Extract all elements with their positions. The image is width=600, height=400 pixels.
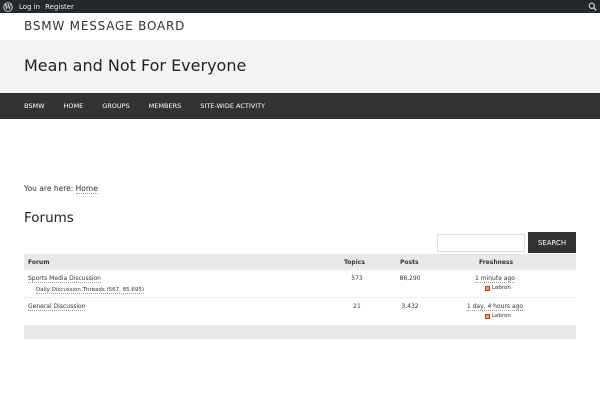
forum-link[interactable]: General Discussion [28, 303, 86, 311]
search-button[interactable]: SEARCH [528, 232, 576, 253]
search-icon[interactable] [588, 2, 597, 11]
header-freshness: Freshness [479, 259, 514, 266]
avatar-icon[interactable] [485, 313, 490, 319]
nav-item-bsmw[interactable]: BSMW [24, 102, 45, 110]
tagline-band: Mean and Not For Everyone [0, 40, 600, 93]
site-title[interactable]: BSMW MESSAGE BOARD [24, 19, 185, 33]
search-input[interactable] [437, 234, 525, 252]
breadcrumb-prefix: You are here: [24, 184, 74, 193]
nav-item-home[interactable]: HOME [64, 102, 84, 110]
freshness: 1 minute ago [465, 275, 525, 283]
header-forum: Forum [28, 259, 50, 266]
posts-count: 86,290 [399, 275, 421, 282]
subforum-link[interactable]: Daily Discussion Threads (567, 85,695) [36, 287, 145, 294]
register-link[interactable]: Register [45, 3, 74, 11]
topics-count: 573 [351, 275, 363, 282]
freshness-link[interactable]: 1 day, 4 hours ago [466, 303, 524, 311]
svg-text:W: W [4, 4, 12, 11]
breadcrumb: You are here: Home [24, 184, 98, 194]
author-link[interactable]: Lebron [492, 313, 511, 319]
wordpress-logo-icon[interactable]: W [2, 1, 14, 13]
login-link[interactable]: Log in [19, 3, 40, 11]
breadcrumb-home-link[interactable]: Home [75, 184, 98, 194]
nav-item-site-wide-activity[interactable]: SITE-WIDE ACTIVITY [200, 102, 265, 110]
avatar-icon[interactable] [485, 285, 490, 291]
freshness: 1 day, 4 hours ago [455, 303, 535, 311]
subforum: Daily Discussion Threads (567, 85,695) [36, 287, 145, 294]
site-tagline: Mean and Not For Everyone [24, 56, 247, 75]
nav-item-groups[interactable]: GROUPS [102, 102, 129, 110]
author: Lebron [485, 285, 511, 291]
table-row: Sports Media Discussion Daily Discussion… [24, 270, 576, 298]
site-header: BSMW MESSAGE BOARD [0, 13, 600, 40]
forum-link[interactable]: Sports Media Discussion [28, 275, 101, 283]
table-footer [24, 326, 576, 339]
main-nav: BSMW HOME GROUPS MEMBERS SITE-WIDE ACTIV… [0, 93, 600, 119]
nav-item-members[interactable]: MEMBERS [149, 102, 182, 110]
author-link[interactable]: Lebron [492, 285, 511, 291]
author: Lebron [485, 313, 511, 319]
freshness-link[interactable]: 1 minute ago [475, 275, 515, 283]
admin-bar: W Log in Register [0, 0, 600, 13]
table-header: Forum Topics Posts Freshness [24, 254, 576, 270]
header-topics: Topics [344, 259, 365, 266]
topics-count: 21 [353, 303, 361, 310]
table-row: General Discussion 21 3,432 1 day, 4 hou… [24, 298, 576, 326]
page-title: Forums [24, 210, 74, 226]
header-posts: Posts [400, 259, 419, 266]
posts-count: 3,432 [401, 303, 419, 310]
forums-table: Forum Topics Posts Freshness Sports Medi… [24, 254, 576, 339]
